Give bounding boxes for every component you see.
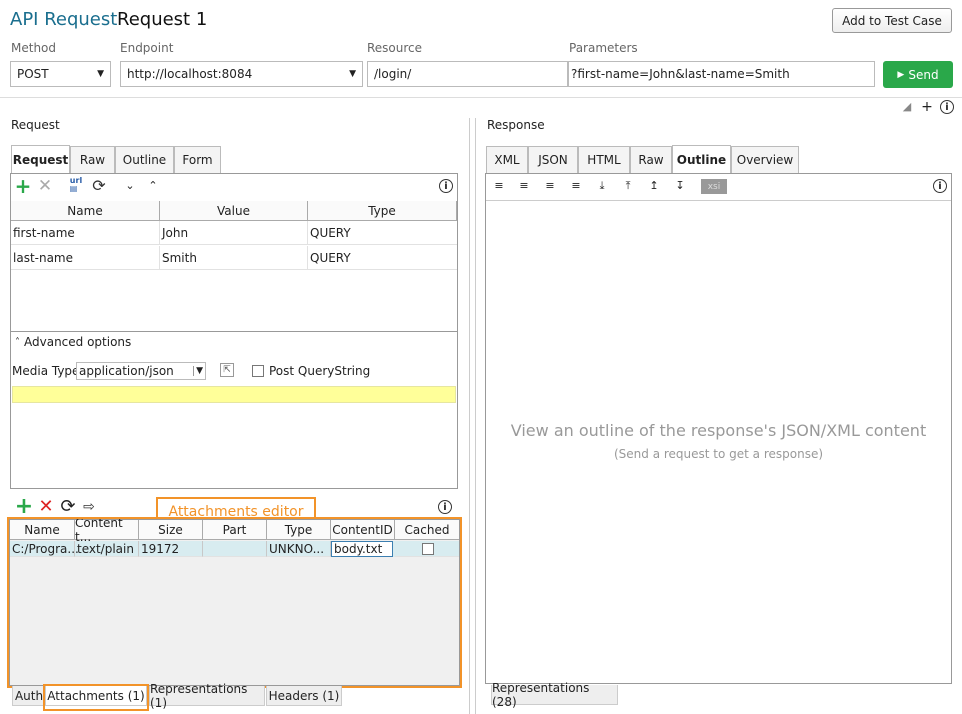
tab-form[interactable]: Form [174, 146, 221, 173]
add-attachment-icon[interactable]: + [15, 496, 33, 518]
tab-outline[interactable]: Outline [672, 145, 731, 174]
tab-headers[interactable]: Headers (1) [266, 686, 342, 706]
info-icon[interactable]: i [438, 500, 452, 514]
method-label: Method [11, 41, 57, 55]
toolbar-divider [486, 200, 951, 201]
checkbox-icon [252, 365, 264, 377]
request-name: Request 1 [117, 9, 208, 30]
tab-html[interactable]: HTML [578, 146, 630, 173]
media-type-select[interactable]: application/json ▼ [76, 362, 206, 380]
send-button[interactable]: ▶ Send [883, 61, 953, 88]
table-row[interactable]: last-name Smith QUERY [11, 246, 457, 270]
param-name[interactable]: last-name [11, 246, 160, 270]
app-label: API Request [10, 9, 118, 30]
empty-state-hint: (Send a request to get a response) [613, 447, 824, 461]
endpoint-value: http://localhost:8084 [127, 67, 253, 81]
plus-icon[interactable]: + [920, 99, 934, 115]
add-to-test-case-button[interactable]: Add to Test Case [832, 8, 952, 33]
column-header-name[interactable]: Name [11, 201, 160, 221]
move-top-icon[interactable]: ↥ [647, 179, 661, 193]
media-type-label: Media Type [12, 364, 80, 378]
tab-xml[interactable]: XML [486, 146, 528, 173]
delete-attachment-icon[interactable]: ✕ [37, 498, 55, 516]
info-icon[interactable]: i [940, 100, 954, 114]
resource-input[interactable]: /login/ [367, 61, 568, 87]
tab-outline[interactable]: Outline [115, 146, 174, 173]
tab-raw[interactable]: Raw [70, 146, 115, 173]
move-bottom-icon[interactable]: ↧ [673, 179, 687, 193]
response-title: Response [487, 118, 545, 132]
attachments-highlight-outline [7, 517, 462, 688]
endpoint-select[interactable]: http://localhost:8084 ▼ [120, 61, 363, 87]
empty-state-message: View an outline of the response's JSON/X… [510, 421, 927, 440]
column-header-value[interactable]: Value [160, 201, 308, 221]
param-value[interactable]: John [160, 221, 308, 245]
endpoint-label: Endpoint [120, 41, 174, 55]
export-icon[interactable]: ⇨ [81, 498, 97, 516]
param-type[interactable]: QUERY [308, 221, 457, 245]
expand-all-icon[interactable]: ⤓ [595, 179, 609, 193]
info-icon[interactable]: i [439, 179, 453, 193]
tab-representations[interactable]: Representations (1) [149, 682, 265, 710]
play-icon: ▶ [897, 69, 905, 80]
move-up-icon[interactable]: ⌃ [146, 178, 160, 194]
splitter[interactable] [469, 118, 470, 714]
attachments-tab-highlight [43, 684, 149, 711]
tab-request[interactable]: Request [11, 145, 70, 174]
request-body-editor[interactable] [12, 386, 456, 403]
xsi-toggle-button[interactable]: xsi [701, 179, 727, 194]
reload-icon[interactable]: ⟳ [59, 498, 77, 516]
chevron-down-icon: ▼ [193, 366, 203, 376]
move-down-icon[interactable]: ⌄ [123, 178, 137, 194]
clear-format-icon[interactable]: ◢ [900, 100, 914, 114]
method-select[interactable]: POST ▼ [10, 61, 111, 87]
parameters-label: Parameters [569, 41, 638, 55]
params-table: Name Value Type first-name John QUERY la… [11, 201, 457, 331]
divider [11, 331, 457, 332]
align-justify-icon[interactable]: ≡ [569, 179, 583, 193]
parameters-input[interactable]: ?first-name=John&last-name=Smith [568, 61, 875, 87]
expand-editor-icon[interactable]: ⇱ [220, 363, 234, 377]
chevron-down-icon: ▼ [349, 69, 356, 79]
tab-overview[interactable]: Overview [731, 146, 799, 173]
tab-auth[interactable]: Auth [12, 686, 46, 706]
collapse-all-icon[interactable]: ⤒ [621, 179, 635, 193]
splitter-edge [475, 118, 476, 714]
align-left-icon[interactable]: ≡ [492, 179, 506, 193]
collapse-icon: ˄ [15, 336, 20, 348]
chevron-down-icon: ▼ [97, 69, 104, 79]
header-divider [0, 97, 962, 98]
resource-label: Resource [367, 41, 423, 55]
align-right-icon[interactable]: ≡ [517, 179, 531, 193]
table-row[interactable]: first-name John QUERY [11, 221, 457, 245]
tab-raw[interactable]: Raw [630, 146, 672, 173]
info-icon[interactable]: i [933, 179, 947, 193]
param-value[interactable]: Smith [160, 246, 308, 270]
tab-response-representations[interactable]: Representations (28) [491, 681, 618, 709]
add-icon[interactable]: + [15, 176, 32, 196]
refresh-icon[interactable]: ⟳ [91, 178, 107, 194]
advanced-options-toggle[interactable]: ˄ Advanced options [15, 335, 131, 349]
request-title: Request [11, 118, 60, 132]
param-type[interactable]: QUERY [308, 246, 457, 270]
tab-json[interactable]: JSON [528, 146, 578, 173]
param-name[interactable]: first-name [11, 221, 160, 245]
method-value: POST [17, 67, 49, 81]
post-querystring-checkbox[interactable]: Post QueryString [252, 364, 370, 378]
delete-icon[interactable]: ✕ [37, 178, 53, 195]
align-center-icon[interactable]: ≡ [543, 179, 557, 193]
url-encode-icon[interactable]: url ▤ [67, 176, 85, 194]
column-header-type[interactable]: Type [308, 201, 457, 221]
